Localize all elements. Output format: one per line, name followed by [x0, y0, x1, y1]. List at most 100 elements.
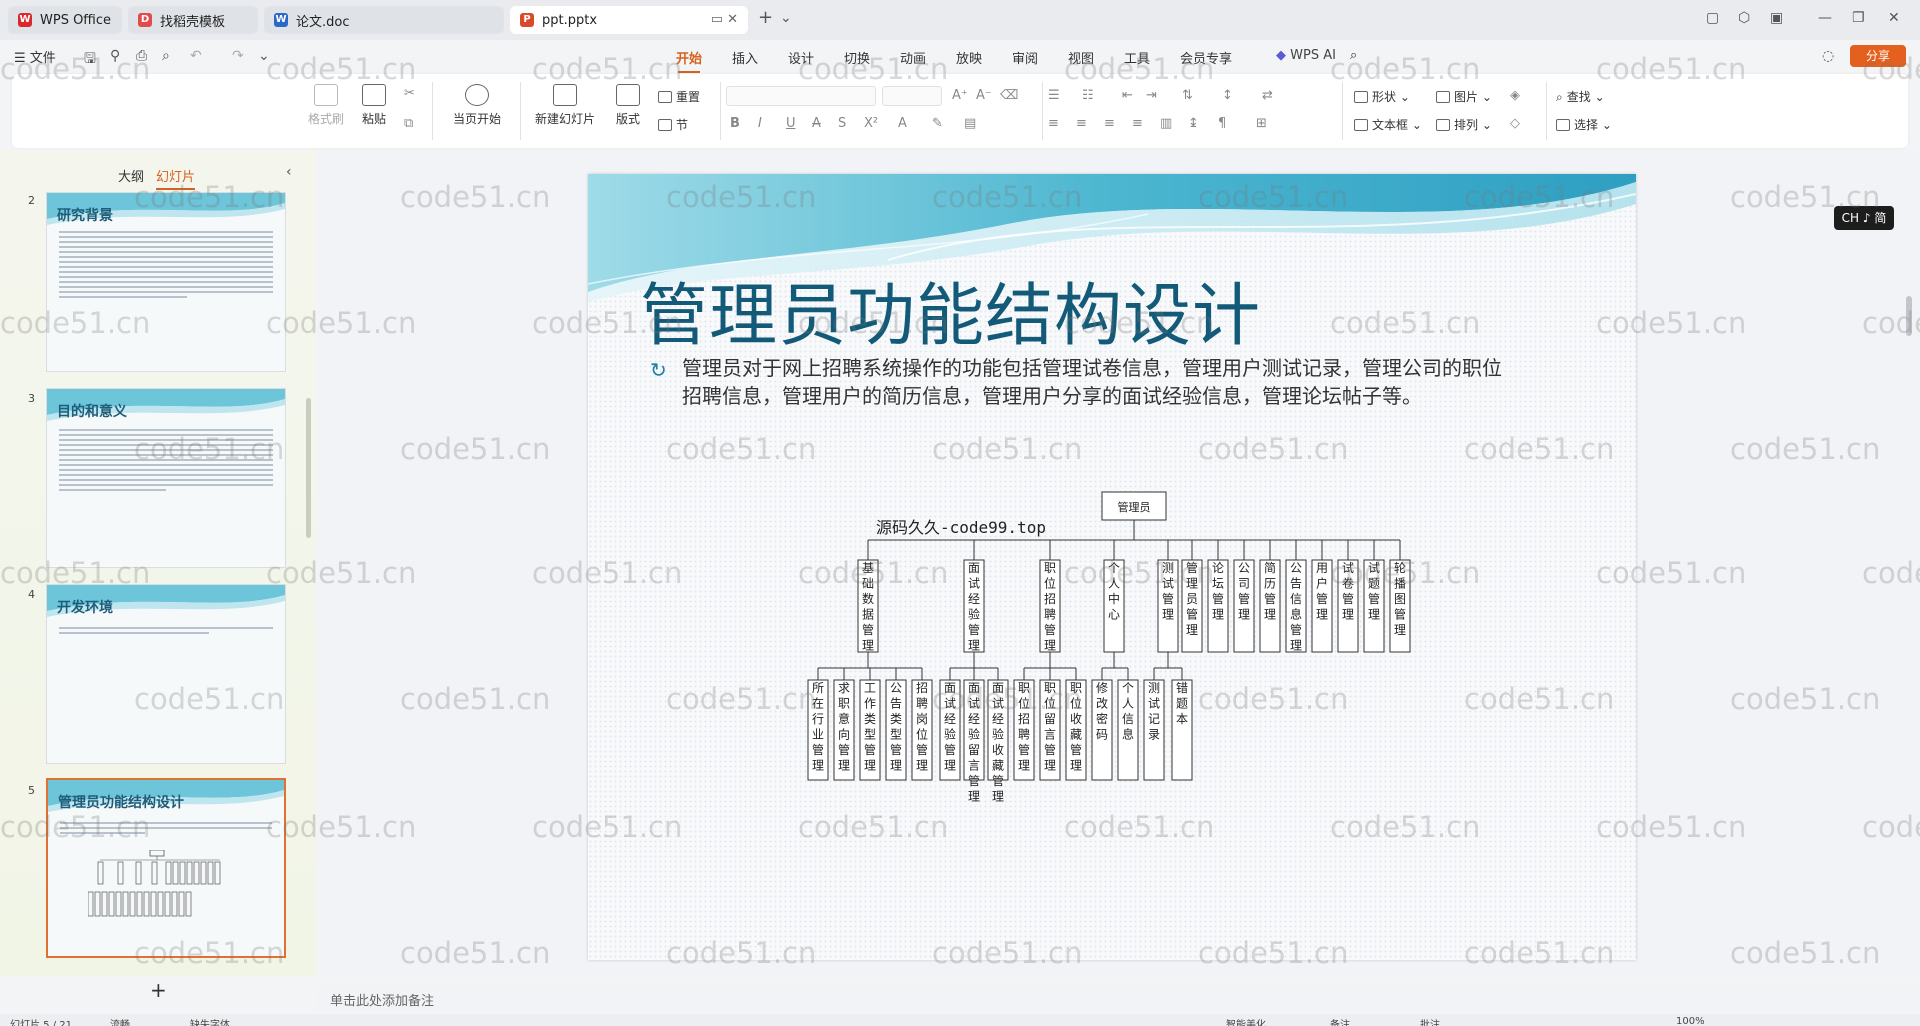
- char-spacing-icon[interactable]: ▤: [964, 116, 976, 131]
- line-spacing-icon[interactable]: ↨: [1188, 116, 1199, 131]
- slide-thumbnail-2[interactable]: 研究背景: [46, 192, 286, 372]
- fill-icon[interactable]: ◈: [1510, 88, 1520, 103]
- justify-icon[interactable]: ≡: [1132, 116, 1143, 131]
- clear-format-icon[interactable]: ⌫: [1000, 88, 1018, 103]
- paragraph-icon[interactable]: ¶: [1218, 116, 1226, 131]
- smart-beautify-button[interactable]: 智能美化: [1226, 1016, 1266, 1026]
- org-chart[interactable]: 管理员基础数据管理面试经验管理职位招聘管理个人中心测试管理管理员管理论坛管理公司…: [588, 174, 1636, 960]
- add-slide-button[interactable]: +: [150, 978, 167, 1002]
- tab-review[interactable]: 审阅: [1012, 48, 1038, 67]
- bullet-list-icon[interactable]: ☰: [1048, 88, 1060, 103]
- find-button[interactable]: ⌕ 查找 ⌄: [1556, 88, 1605, 105]
- shadow-icon[interactable]: S: [838, 116, 846, 131]
- layout-button[interactable]: 版式: [608, 84, 648, 127]
- collapse-panel-icon[interactable]: ‹: [286, 164, 292, 180]
- missing-font[interactable]: 缺失字体: [190, 1016, 230, 1026]
- restore-icon[interactable]: ❐: [1852, 10, 1865, 26]
- notes-toggle[interactable]: 备注: [1330, 1016, 1350, 1026]
- tab-design[interactable]: 设计: [788, 48, 814, 67]
- tab-member[interactable]: 会员专享: [1180, 48, 1232, 67]
- preview-icon[interactable]: ⌕: [162, 48, 170, 64]
- window-layout-icon[interactable]: ▢: [1706, 10, 1719, 26]
- font-grow-icon[interactable]: A⁺: [952, 88, 968, 103]
- play-from-current-button[interactable]: 当页开始: [442, 84, 512, 127]
- share-button[interactable]: 分享: [1850, 45, 1906, 67]
- copy-icon[interactable]: ⧉: [404, 116, 413, 131]
- superscript-icon[interactable]: X²: [864, 116, 878, 131]
- tab-docer[interactable]: D 找稻壳模板: [128, 6, 258, 34]
- tab-tools[interactable]: 工具: [1124, 48, 1150, 67]
- tab-outline[interactable]: 大纲: [118, 166, 144, 185]
- tab-word-doc[interactable]: W 论文.doc: [264, 6, 504, 34]
- slide-thumbnail-4[interactable]: 开发环境: [46, 584, 286, 764]
- wps-ai-button[interactable]: ◆ WPS AI: [1276, 48, 1336, 63]
- font-size-select[interactable]: [882, 86, 942, 106]
- theme-name[interactable]: 流畅: [110, 1016, 130, 1026]
- tab-transition[interactable]: 切换: [844, 48, 870, 67]
- font-color-icon[interactable]: A: [898, 116, 907, 131]
- avatar[interactable]: ▣: [1770, 10, 1783, 26]
- tab-ppt[interactable]: P ppt.pptx ▭ ✕: [510, 6, 748, 34]
- tab-insert[interactable]: 插入: [732, 48, 758, 67]
- minimize-icon[interactable]: —: [1818, 10, 1832, 26]
- align-right-icon[interactable]: ≡: [1104, 116, 1115, 131]
- shape-button[interactable]: 形状 ⌄: [1354, 88, 1410, 105]
- slide-thumbnail-5[interactable]: 管理员功能结构设计: [46, 778, 286, 958]
- font-shrink-icon[interactable]: A⁻: [976, 88, 992, 103]
- more-icon[interactable]: ⌄: [258, 48, 270, 64]
- align-center-icon[interactable]: ≡: [1076, 116, 1087, 131]
- chevron-down-icon[interactable]: ⌄: [780, 10, 792, 26]
- tab-slideshow[interactable]: 放映: [956, 48, 982, 67]
- outdent-icon[interactable]: ⇤: [1122, 88, 1133, 103]
- notes-area[interactable]: 单击此处添加备注: [318, 986, 1920, 1012]
- bold-icon[interactable]: B: [730, 116, 740, 131]
- font-family-select[interactable]: [726, 86, 876, 106]
- select-button[interactable]: 选择 ⌄: [1556, 116, 1612, 133]
- panel-scrollbar[interactable]: [306, 398, 311, 538]
- tab-animation[interactable]: 动画: [900, 48, 926, 67]
- redo-icon[interactable]: ↷: [232, 48, 244, 64]
- search-icon[interactable]: ⌕: [1350, 48, 1357, 63]
- numbered-list-icon[interactable]: ☷: [1082, 88, 1094, 103]
- file-menu[interactable]: ☰ 文件: [14, 47, 56, 66]
- ime-indicator[interactable]: CH ♪ 简: [1834, 206, 1894, 230]
- scrollbar-thumb[interactable]: [1906, 296, 1912, 336]
- highlight-icon[interactable]: ✎: [932, 116, 943, 131]
- canvas-scrollbar[interactable]: [1906, 156, 1912, 956]
- new-slide-button[interactable]: 新建幻灯片: [528, 84, 602, 127]
- pin-icon[interactable]: ⚲: [110, 48, 120, 64]
- close-window-icon[interactable]: ✕: [1888, 10, 1900, 26]
- cube-icon[interactable]: ⬡: [1738, 10, 1750, 26]
- tab-home[interactable]: 开始: [676, 48, 702, 73]
- italic-icon[interactable]: I: [758, 116, 762, 131]
- outline-icon[interactable]: ◇: [1510, 116, 1520, 131]
- convert-icon[interactable]: ⇄: [1262, 88, 1273, 103]
- format-painter-button[interactable]: 格式刷: [308, 84, 344, 127]
- arrange-button[interactable]: 排列 ⌄: [1436, 116, 1492, 133]
- indent-icon[interactable]: ⇥: [1146, 88, 1157, 103]
- textbox-button[interactable]: 文本框 ⌄: [1354, 116, 1422, 133]
- reset-button[interactable]: 重置: [658, 88, 700, 105]
- cut-icon[interactable]: ✂: [404, 86, 415, 101]
- new-tab-button[interactable]: +: [758, 7, 773, 28]
- image-button[interactable]: 图片 ⌄: [1436, 88, 1492, 105]
- text-direction-icon[interactable]: ⇅: [1182, 88, 1193, 103]
- tab-wps-office[interactable]: W WPS Office: [8, 6, 122, 34]
- undo-icon[interactable]: ↶: [190, 48, 202, 64]
- underline-icon[interactable]: U: [786, 116, 796, 131]
- tab-slides[interactable]: 幻灯片: [156, 166, 196, 190]
- save-icon[interactable]: 🖫: [84, 48, 96, 72]
- align-left-icon[interactable]: ≡: [1048, 116, 1059, 131]
- paste-button[interactable]: 粘贴: [352, 84, 396, 127]
- columns-icon[interactable]: ▥: [1160, 116, 1172, 131]
- sort-icon[interactable]: ↕: [1222, 88, 1233, 103]
- section-button[interactable]: 节: [658, 116, 688, 133]
- comments-toggle[interactable]: 批注: [1420, 1016, 1440, 1026]
- close-tab-icon[interactable]: ▭ ✕: [711, 12, 738, 27]
- slide[interactable]: 管理员功能结构设计 ↻ 管理员对于网上招聘系统操作的功能包括管理试卷信息，管理用…: [588, 174, 1636, 960]
- zoom-level[interactable]: 100%: [1676, 1016, 1705, 1026]
- tab-view[interactable]: 视图: [1068, 48, 1094, 67]
- chat-icon[interactable]: ◌: [1822, 48, 1834, 64]
- slide-thumbnail-3[interactable]: 目的和意义: [46, 388, 286, 568]
- print-icon[interactable]: ⎙: [136, 48, 147, 64]
